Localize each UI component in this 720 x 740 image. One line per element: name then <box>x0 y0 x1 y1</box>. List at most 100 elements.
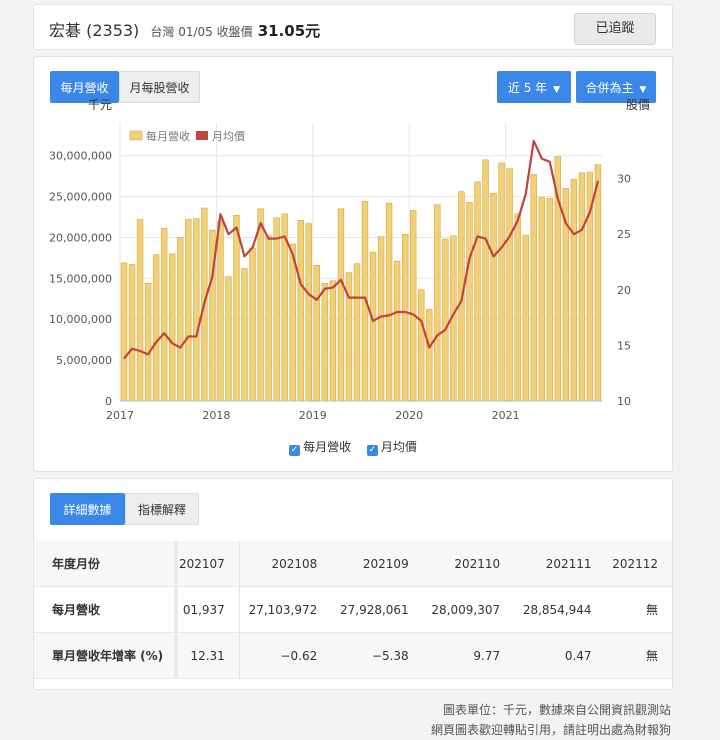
revenue-bar <box>546 197 553 402</box>
y2-tick-label: 25 <box>617 228 631 241</box>
table-cell: 12.31 <box>176 632 240 679</box>
table-month: 202109 <box>331 541 423 587</box>
revenue-bar <box>177 237 184 402</box>
revenue-bar <box>233 215 240 402</box>
table-row: 每月營收 01,937 27,103,972 27,928,061 28,009… <box>34 586 672 633</box>
revenue-bar <box>144 282 152 402</box>
legend-swatch-revenue <box>129 130 143 141</box>
footnote-line: 網頁圖表歡迎轉貼引用，請註明出處為財報狗 <box>430 723 671 737</box>
toggle-monthly-revenue-label: 每月營收 <box>303 440 352 454</box>
y-tick-label: 15,000,000 <box>49 272 112 285</box>
revenue-bar <box>594 164 602 402</box>
toggle-monthly-revenue[interactable]: ✓ 每月營收 <box>289 438 351 456</box>
table-corner: 年度月份 <box>34 541 178 587</box>
revenue-bar <box>434 204 441 402</box>
chart-footnote: 圖表單位：千元，數據來自公開資訊觀測站 網頁圖表歡迎轉貼引用，請註明出處為財報狗 <box>431 700 671 740</box>
revenue-bar <box>160 228 168 402</box>
revenue-bar <box>297 220 304 402</box>
toggle-avg-price[interactable]: ✓ 月均價 <box>366 438 417 456</box>
revenue-bar <box>466 202 473 402</box>
chart-series-toggles: ✓ 每月營收 ✓ 月均價 <box>34 438 672 456</box>
revenue-bar <box>120 262 128 402</box>
table-month: 202110 <box>422 541 515 587</box>
revenue-bar <box>426 309 433 402</box>
revenue-bar <box>136 219 144 402</box>
stock-title: 宏碁 (2353) 台灣 01/05 收盤價 31.05元 <box>49 17 320 41</box>
y-tick-label: 30,000,000 <box>49 150 112 163</box>
y2-tick-label: 20 <box>617 284 631 297</box>
revenue-bar <box>570 179 578 402</box>
toggle-avg-price-label: 月均價 <box>380 440 417 454</box>
revenue-bar <box>289 243 296 402</box>
right-axis-title: 股價 <box>626 98 650 112</box>
revenue-bar <box>514 213 521 402</box>
revenue-bar <box>321 282 329 402</box>
table-cell: 9.77 <box>422 632 515 679</box>
revenue-bar <box>185 219 192 402</box>
table-cell: 28,009,307 <box>422 586 515 633</box>
y-tick-label: 5,000,000 <box>56 354 112 367</box>
revenue-bar <box>249 247 256 402</box>
revenue-bar <box>257 208 264 402</box>
stock-name: 宏碁 (2353) <box>49 21 140 40</box>
revenue-bar <box>353 263 361 402</box>
y-tick-label: 20,000,000 <box>49 231 112 244</box>
revenue-chart-card: 每月營收 月每股營收 近 5 年 ▼ 合併為主 ▼ 0 5,000,000 10,000… <box>33 56 673 472</box>
table-cell: 01,937 <box>176 586 240 633</box>
tab-detail-data[interactable]: 詳細數據 <box>50 493 125 525</box>
y-tick-label: 0 <box>105 395 112 408</box>
follow-button[interactable]: 已追蹤 <box>574 13 656 45</box>
revenue-bar <box>442 238 449 402</box>
y-tick-label: 25,000,000 <box>49 191 112 204</box>
revenue-bar <box>169 253 176 402</box>
revenue-bar <box>538 197 545 402</box>
revenue-bar <box>385 202 393 402</box>
row-label: 單月營收年增率 (%) <box>34 632 178 679</box>
table-row: 單月營收年增率 (%) 12.31 −0.62 −5.38 9.77 0.47 … <box>34 632 672 679</box>
revenue-bar <box>506 168 513 402</box>
revenue-bar <box>265 235 272 402</box>
table-cell: −0.62 <box>239 632 332 679</box>
x-tick-label: 2017 <box>106 409 134 422</box>
revenue-bar <box>273 217 280 402</box>
revenue-bar <box>225 276 232 402</box>
revenue-bar <box>530 174 537 402</box>
table-month: 202108 <box>239 541 332 587</box>
tab-indicator-explain[interactable]: 指標解釋 <box>125 493 199 525</box>
revenue-bar <box>152 254 160 402</box>
table-header-row: 年度月份 202107 202108 202109 202110 202111 … <box>34 541 672 587</box>
revenue-bar <box>418 289 425 402</box>
detail-table-card: 詳細數據 指標解釋 年度月份 202107 202108 202109 2021… <box>33 478 673 690</box>
table-cell: 27,103,972 <box>239 586 332 633</box>
revenue-price-chart: 0 5,000,000 10,000,000 15,000,000 20,000,000… <box>49 98 650 422</box>
stock-price: 31.05元 <box>257 22 321 40</box>
revenue-bar <box>305 223 312 402</box>
y-tick-label: 10,000,000 <box>49 313 112 326</box>
revenue-bar <box>393 260 401 402</box>
y2-tick-label: 15 <box>617 339 631 352</box>
legend-price: 月均價 <box>212 129 245 143</box>
revenue-bar <box>217 220 224 402</box>
revenue-bar <box>498 162 505 402</box>
table-month: 202112 <box>605 541 672 587</box>
revenue-bar <box>369 251 377 402</box>
revenue-bar <box>482 159 489 402</box>
revenue-bar <box>474 181 481 402</box>
legend-revenue: 每月營收 <box>146 129 190 143</box>
revenue-bar <box>193 218 200 402</box>
table-cell: 無 <box>605 632 672 679</box>
revenue-bar <box>128 264 136 402</box>
left-axis-title: 千元 <box>88 98 112 112</box>
revenue-table: 年度月份 202107 202108 202109 202110 202111 … <box>34 541 672 679</box>
table-cell: 0.47 <box>514 632 606 679</box>
stock-header: 宏碁 (2353) 台灣 01/05 收盤價 31.05元 已追蹤 <box>33 4 673 50</box>
table-cell: 27,928,061 <box>331 586 423 633</box>
revenue-bar <box>337 208 345 402</box>
legend-swatch-price <box>196 131 208 140</box>
stock-meta: 台灣 01/05 收盤價 <box>150 25 253 39</box>
table-cell: 28,854,944 <box>514 586 606 633</box>
revenue-bar <box>241 268 248 402</box>
revenue-bar <box>313 264 321 402</box>
y2-tick-label: 10 <box>617 395 631 408</box>
x-tick-label: 2019 <box>299 409 327 422</box>
